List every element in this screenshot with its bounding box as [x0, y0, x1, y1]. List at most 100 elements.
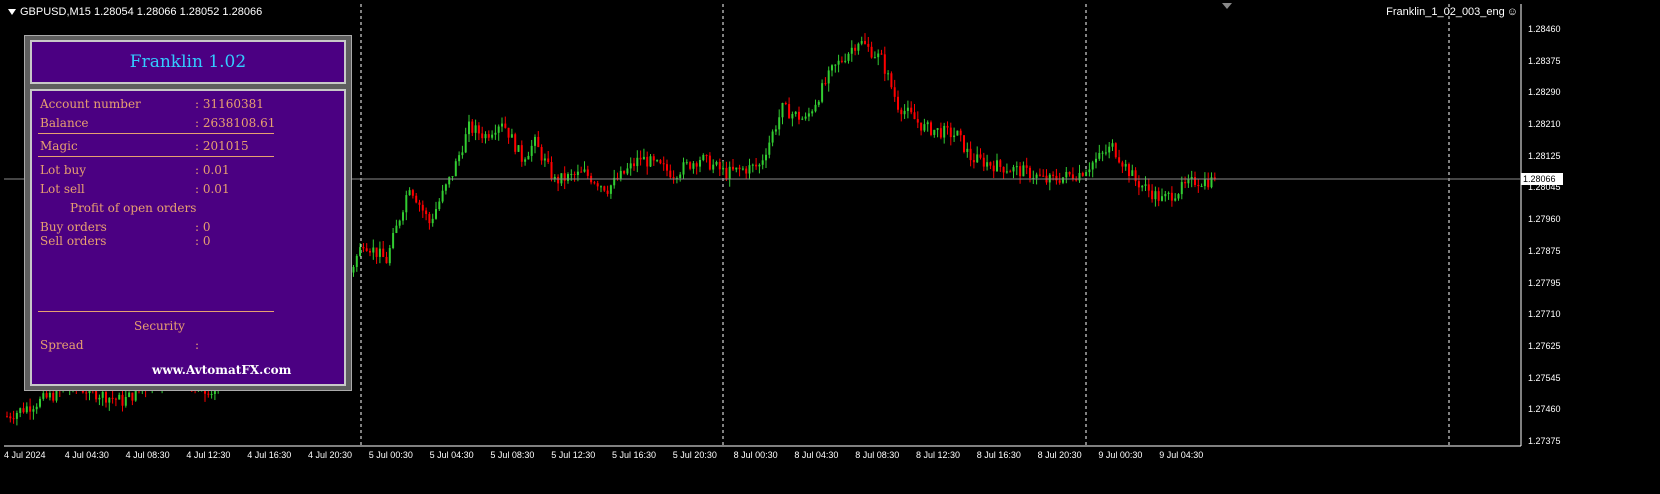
candle — [441, 184, 444, 204]
candle — [1029, 165, 1031, 183]
candle-body — [946, 125, 949, 128]
candle — [596, 180, 599, 191]
candle — [1210, 172, 1213, 189]
candle-body — [679, 174, 682, 179]
candle — [524, 157, 527, 166]
candle — [920, 122, 923, 136]
candle-body — [923, 124, 926, 131]
candle-body — [758, 164, 761, 167]
candle-body — [352, 266, 355, 273]
candle — [1022, 161, 1025, 177]
candle — [1055, 168, 1058, 185]
candle-body — [124, 396, 127, 406]
candle-body — [510, 134, 513, 138]
candle — [807, 107, 810, 122]
row-spread: Spread: — [40, 338, 199, 352]
candle-body — [474, 125, 477, 133]
candle-body — [606, 190, 609, 194]
candle-body — [867, 43, 870, 47]
candle-body — [29, 406, 32, 412]
candle-body — [887, 73, 890, 75]
candle — [649, 154, 652, 167]
candle — [609, 184, 612, 199]
time-tick-label: 5 Jul 12:30 — [551, 450, 596, 460]
row-value: : 201015 — [195, 139, 249, 153]
candle-body — [834, 64, 837, 66]
candle — [454, 158, 457, 177]
candle-body — [481, 133, 484, 139]
candle-body — [1071, 174, 1074, 180]
website-link[interactable]: www.AvtomatFX.com — [152, 363, 291, 377]
candle — [837, 54, 840, 73]
time-tick-label: 8 Jul 12:30 — [916, 450, 961, 460]
candle — [1147, 178, 1150, 198]
candle-body — [1170, 192, 1173, 201]
row-magic: Magic: 201015 — [40, 139, 249, 153]
price-chart[interactable]: GBPUSD,M15 1.28054 1.28066 1.28052 1.280… — [0, 0, 1660, 494]
candle-body — [45, 393, 48, 398]
candle-body — [210, 394, 213, 396]
shift-marker-icon[interactable] — [1222, 3, 1232, 9]
candle — [510, 128, 513, 138]
candle — [857, 42, 860, 55]
candle — [428, 211, 431, 230]
candle-body — [1114, 143, 1117, 158]
chart-header[interactable]: GBPUSD,M15 1.28054 1.28066 1.28052 1.280… — [8, 6, 262, 18]
candle-body — [12, 418, 15, 420]
candle — [982, 152, 985, 172]
candle — [527, 151, 530, 160]
candle — [976, 146, 979, 163]
candle — [405, 190, 408, 221]
candle — [105, 388, 107, 408]
candle — [692, 160, 695, 174]
price-tick-label: 1.28460 — [1528, 24, 1561, 34]
candle — [814, 99, 817, 113]
candle-body — [567, 174, 569, 181]
candle-body — [1022, 165, 1025, 177]
candle — [741, 166, 744, 171]
price-tick-label: 1.27545 — [1528, 372, 1561, 383]
candle-body — [520, 145, 523, 162]
candle — [732, 159, 734, 171]
candle — [29, 398, 32, 420]
candle — [461, 145, 464, 159]
candle-body — [1124, 164, 1127, 167]
chevron-down-icon[interactable] — [8, 9, 16, 16]
candle-body — [969, 148, 972, 161]
candle-body — [461, 152, 464, 156]
candle — [540, 144, 543, 165]
candle-body — [435, 209, 437, 219]
candle-body — [751, 164, 754, 166]
candle-body — [1035, 174, 1038, 178]
candle — [629, 157, 632, 176]
candle — [111, 390, 114, 404]
expert-advisor-label[interactable]: Franklin_1_02_003_eng ☺ — [1386, 6, 1518, 18]
candle — [507, 127, 510, 144]
candle — [375, 247, 378, 264]
candle-body — [735, 167, 738, 170]
candle-body — [362, 247, 365, 249]
candle — [1161, 188, 1163, 202]
candle — [699, 156, 701, 173]
candle-body — [1161, 196, 1163, 201]
time-tick-label: 5 Jul 16:30 — [612, 450, 657, 460]
candle — [695, 161, 698, 175]
candle — [788, 97, 791, 119]
candle-body — [497, 126, 500, 133]
candle — [98, 394, 101, 406]
candle — [1151, 184, 1154, 203]
candle-body — [603, 186, 606, 191]
candle-body — [639, 157, 642, 160]
candle-body — [725, 167, 728, 179]
candle-body — [646, 156, 649, 167]
candle — [547, 151, 550, 164]
candle-body — [738, 167, 741, 170]
candle-body — [451, 176, 454, 178]
candle — [1098, 144, 1101, 161]
candle — [101, 389, 104, 406]
candle-body — [652, 156, 655, 161]
candle-body — [39, 398, 41, 407]
candle — [864, 33, 866, 45]
candle-body — [1095, 158, 1097, 163]
candle-body — [570, 173, 573, 175]
